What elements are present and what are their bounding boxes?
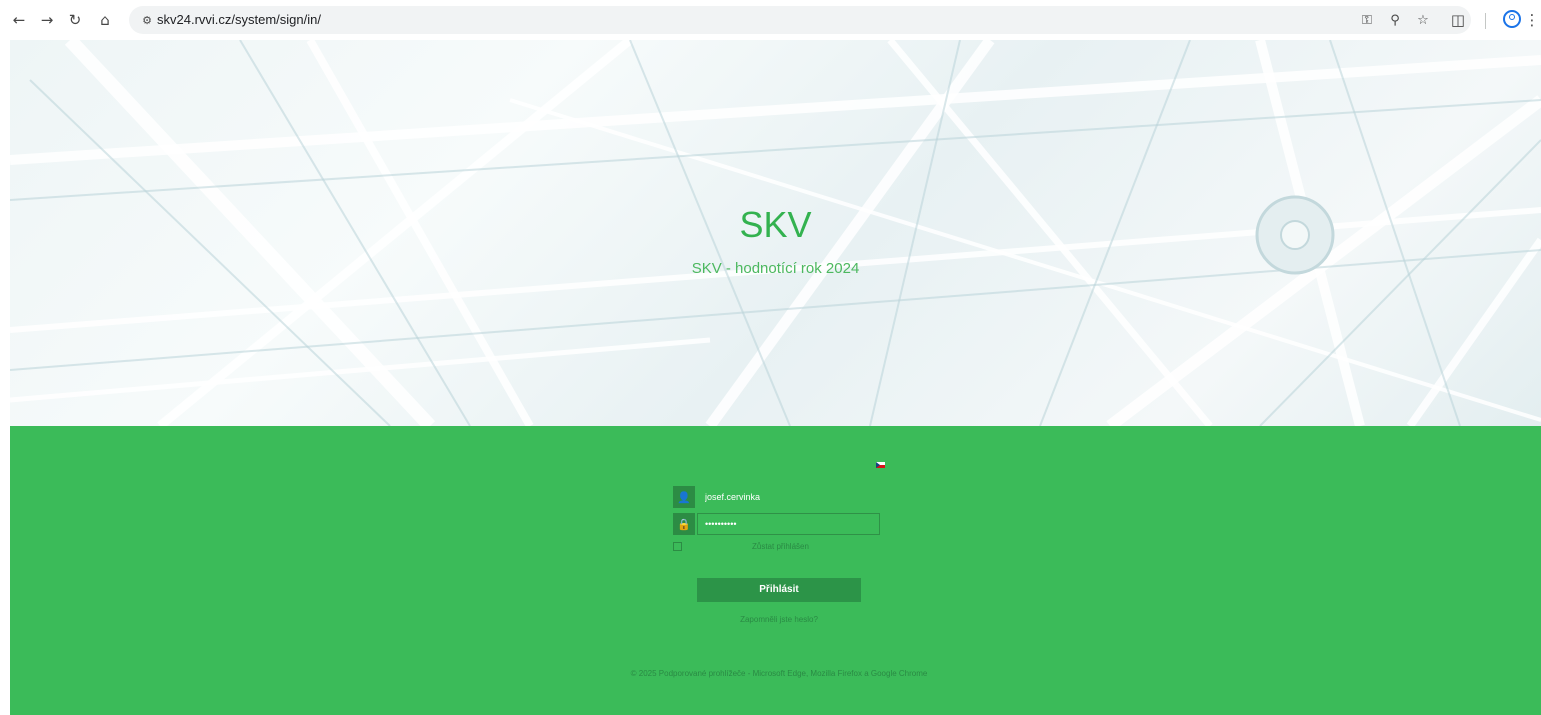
menu-icon[interactable]: ⋮ [1525,9,1540,31]
browser-toolbar: ← → ↻ ⌂ ⚙ skv24.rvvi.cz/system/sign/in/ … [0,0,1541,40]
url-text[interactable]: skv24.rvvi.cz/system/sign/in/ [157,12,321,27]
czech-flag-icon[interactable] [876,462,885,468]
forgot-password-link[interactable]: Zapomněli jste heslo? [10,615,1541,624]
back-icon[interactable]: ← [7,8,31,32]
login-button[interactable]: Přihlásit [697,578,861,602]
page-subtitle: SKV - hodnotící rok 2024 [691,260,860,277]
forward-icon[interactable]: → [35,8,59,32]
login-section: 👤 🔒 •••••••••• Zůstat přihlášen Přihlási… [10,426,1541,715]
footer-text: © 2025 Podporované prohlížeče - Microsof… [630,669,928,678]
profile-icon[interactable] [1503,10,1521,28]
toolbar-divider [1485,13,1486,29]
page-title: SKV [739,204,812,245]
page: SKV SKV - hodnotící rok 2024 👤 🔒 •••••••… [0,40,1541,715]
site-info-icon[interactable]: ⚙ [137,10,157,30]
extensions-icon[interactable]: ◫ [1447,9,1469,31]
lock-icon: 🔒 [673,513,695,535]
reload-icon[interactable]: ↻ [63,8,87,32]
zoom-icon[interactable]: ⚲ [1385,10,1405,30]
hero-banner: SKV SKV - hodnotící rok 2024 [10,40,1541,426]
password-key-icon[interactable]: ⚿ [1357,10,1377,30]
username-field[interactable] [697,486,880,508]
remember-me-checkbox[interactable] [673,542,682,551]
home-icon[interactable]: ⌂ [93,8,117,32]
password-field[interactable]: •••••••••• [697,513,880,535]
remember-me-label[interactable]: Zůstat přihlášen [752,542,809,551]
address-bar[interactable]: ⚙ skv24.rvvi.cz/system/sign/in/ ⚿ ⚲ ☆ [129,6,1471,34]
user-icon: 👤 [673,486,695,508]
bookmark-star-icon[interactable]: ☆ [1413,10,1433,30]
